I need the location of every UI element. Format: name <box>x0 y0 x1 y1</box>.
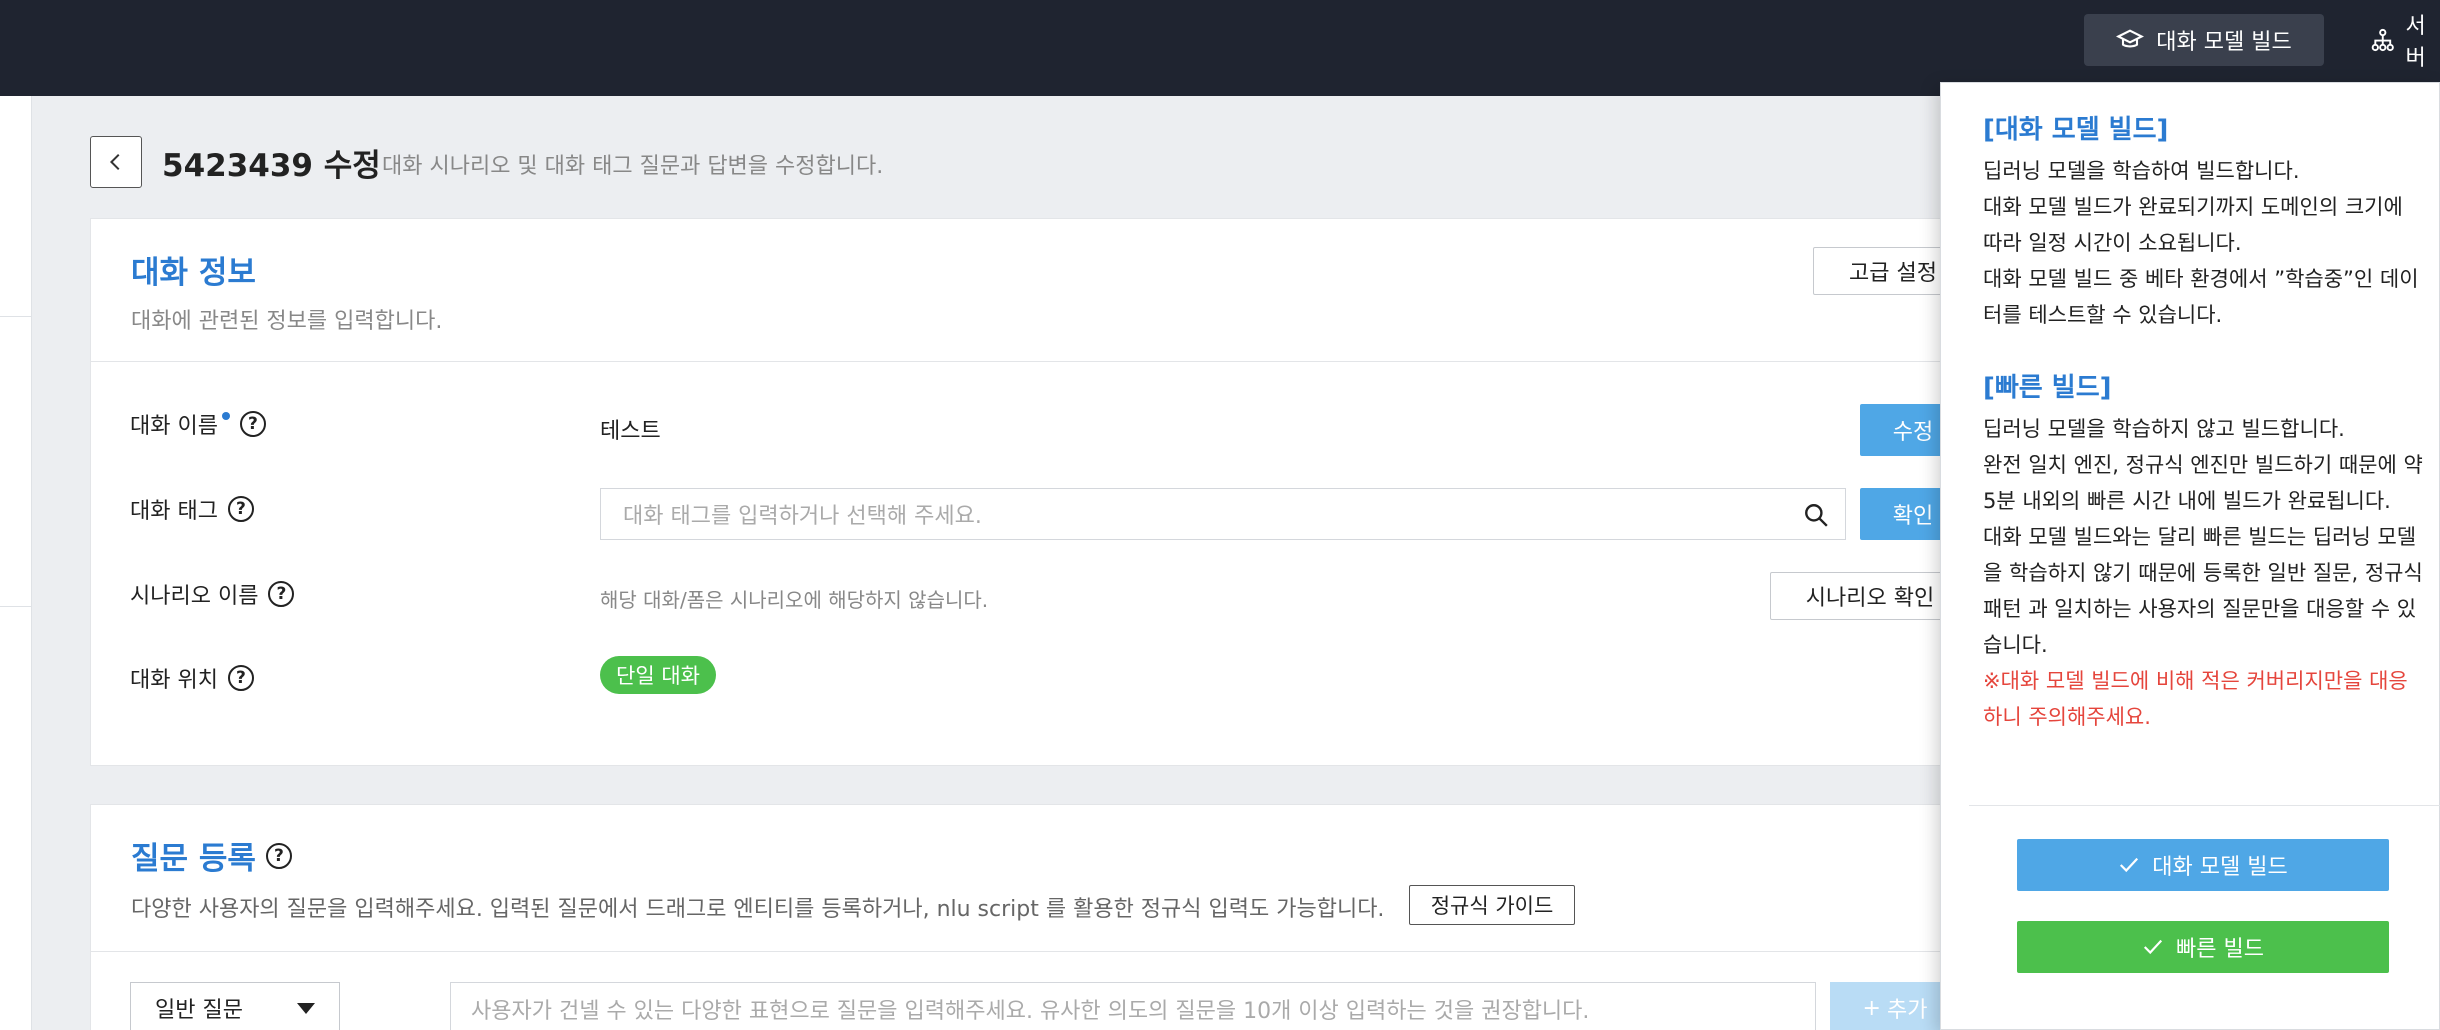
question-register-title: 질문 등록 <box>131 841 256 877</box>
question-register-description: 다양한 사용자의 질문을 입력해주세요. 입력된 질문에서 드래그로 엔티티를 … <box>131 897 1385 922</box>
dialog-info-title: 대화 정보 <box>131 255 256 291</box>
question-input[interactable]: 사용자가 건넬 수 있는 다양한 표현으로 질문을 입력해주세요. 유사한 의도… <box>450 982 1816 1030</box>
question-type-value: 일반 질문 <box>155 998 243 1023</box>
server-nav-item[interactable]: 서버 <box>2370 14 2440 71</box>
dialog-tag-placeholder: 대화 태그를 입력하거나 선택해 주세요. <box>623 504 982 529</box>
fast-build-line: 딥러닝 모델을 학습하지 않고 빌드합니다. <box>1983 417 2345 441</box>
fast-build-line: 대화 모델 빌드와는 달리 빠른 빌드는 딥러닝 모델을 학습하지 않기 때문에… <box>1983 525 2423 657</box>
fast-build-warning: ※대화 모델 빌드에 비해 적은 커버리지만을 대응하니 주의해주세요. <box>1983 669 2408 729</box>
left-sidebar-edge <box>0 96 32 1030</box>
dialog-name-label: 대화 이름 <box>130 414 218 439</box>
check-icon <box>2143 939 2163 955</box>
back-button[interactable] <box>90 136 142 188</box>
build-model-nav-label: 대화 모델 빌드 <box>2156 30 2292 55</box>
help-icon[interactable]: ? <box>239 411 266 437</box>
scenario-name-value: 해당 대화/폼은 시나리오에 해당하지 않습니다. <box>600 588 989 612</box>
scenario-name-label: 시나리오 이름 <box>130 584 259 609</box>
chevron-left-icon <box>109 153 120 171</box>
fast-build-button-label: 빠른 빌드 <box>2176 937 2264 962</box>
popover-divider <box>1969 805 2440 806</box>
question-register-title-group: 질문 등록 ? <box>131 833 292 878</box>
page-description: 대화 시나리오 및 대화 태그 질문과 답변을 수정합니다. <box>382 154 884 179</box>
model-build-button-label: 대화 모델 빌드 <box>2152 855 2288 880</box>
build-model-nav-button[interactable]: 대화 모델 빌드 <box>2084 14 2324 66</box>
add-question-label: 추가 <box>1886 998 1928 1023</box>
help-icon[interactable]: ? <box>227 665 254 691</box>
card-divider <box>91 361 1991 362</box>
model-build-description: 딥러닝 모델을 학습하여 빌드합니다. 대화 모델 빌드가 완료되기까지 도메인… <box>1983 153 2423 333</box>
sidebar-divider <box>0 316 32 317</box>
dialog-info-description: 대화에 관련된 정보를 입력합니다. <box>131 309 443 334</box>
dialog-position-label: 대화 위치 <box>130 668 218 693</box>
dialog-tag-label-group: 대화 태그 ? <box>130 493 254 525</box>
scenario-name-label-group: 시나리오 이름 ? <box>130 578 295 610</box>
model-build-line: 대화 모델 빌드가 완료되기까지 도메인의 크기에 따라 일정 시간이 소요됩니… <box>1983 195 2403 255</box>
graduation-cap-icon <box>2116 29 2145 48</box>
dialog-position-label-group: 대화 위치 ? <box>130 662 254 694</box>
dialog-tag-label: 대화 태그 <box>130 499 218 524</box>
fast-build-heading: [빠른 빌드] <box>1983 373 2112 403</box>
help-icon[interactable]: ? <box>227 496 254 522</box>
plus-icon: + <box>1862 995 1881 1021</box>
fast-build-button[interactable]: 빠른 빌드 <box>2017 921 2389 973</box>
fast-build-description: 딥러닝 모델을 학습하지 않고 빌드합니다. 완전 일치 엔진, 정규식 엔진만… <box>1983 411 2423 735</box>
dialog-name-label-group: 대화 이름 ? <box>130 408 266 440</box>
model-build-button[interactable]: 대화 모델 빌드 <box>2017 839 2389 891</box>
fast-build-line: 완전 일치 엔진, 정규식 엔진만 빌드하기 때문에 약 5분 내외의 빠른 시… <box>1983 453 2423 513</box>
card-divider <box>91 951 1991 952</box>
page-title: 5423439 수정 <box>162 148 381 184</box>
regex-guide-button[interactable]: 정규식 가이드 <box>1409 885 1575 925</box>
sidebar-divider <box>0 606 32 607</box>
model-build-line: 딥러닝 모델을 학습하여 빌드합니다. <box>1983 159 2300 183</box>
question-input-placeholder: 사용자가 건넬 수 있는 다양한 표현으로 질문을 입력해주세요. 유사한 의도… <box>471 999 1590 1024</box>
required-dot-icon <box>221 412 230 420</box>
dialog-name-value: 테스트 <box>600 419 661 444</box>
model-build-line: 대화 모델 빌드 중 베타 환경에서 ”학습중”인 데이터를 테스트할 수 있습… <box>1983 267 2419 327</box>
dialog-tag-input[interactable]: 대화 태그를 입력하거나 선택해 주세요. <box>600 488 1846 540</box>
search-icon[interactable] <box>1803 502 1829 528</box>
help-icon[interactable]: ? <box>268 581 295 607</box>
caret-down-icon <box>297 1003 315 1014</box>
check-icon <box>2120 857 2139 873</box>
sitemap-icon <box>2371 28 2394 52</box>
model-build-heading: [대화 모델 빌드] <box>1983 115 2169 145</box>
build-options-popover: [대화 모델 빌드] 딥러닝 모델을 학습하여 빌드합니다. 대화 모델 빌드가… <box>1940 82 2440 1030</box>
help-icon[interactable]: ? <box>265 842 292 869</box>
server-nav-label: 서버 <box>2405 14 2426 71</box>
dialog-position-badge: 단일 대화 <box>600 656 716 694</box>
question-type-select[interactable]: 일반 질문 <box>130 982 340 1030</box>
